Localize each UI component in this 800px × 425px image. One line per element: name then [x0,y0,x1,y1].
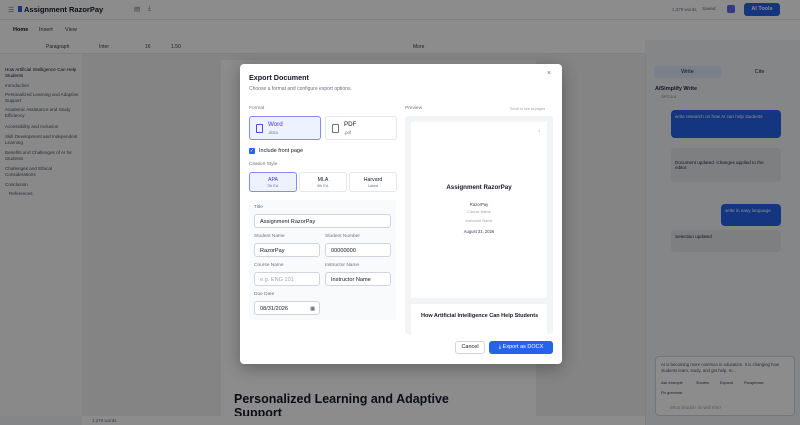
format-word-option[interactable]: Word .docx [249,116,321,140]
citation-edition: 9th Ed. [316,184,330,188]
dialog-title: Export Document [249,73,309,82]
instructor-label: Instructor Name [325,263,360,268]
citation-mla-option[interactable]: MLA 9th Ed. [299,172,347,192]
student-name-input[interactable]: RazorPay [254,243,320,257]
preview-title: Assignment RazorPay [446,184,512,191]
preview-page-2: How Artificial Intelligence Can Help Stu… [411,304,547,334]
export-button[interactable]: ⤓ Export as DOCX [489,341,553,354]
export-label: Export as DOCX [502,344,544,350]
format-name: Word [268,121,283,128]
citation-apa-option[interactable]: APA 7th Ed. [249,172,297,192]
title-input[interactable]: Assignment RazorPay [254,214,391,228]
preview-page-number: 1 [538,128,541,133]
preview-label: Preview [405,106,423,111]
preview-student: RazorPay [469,202,489,207]
export-dialog: Export Document Choose a format and conf… [240,64,562,364]
preview-date: August 31, 2026 [463,229,495,234]
preview-page2-heading: How Artificial Intelligence Can Help Stu… [421,313,539,319]
citation-edition: Latest [367,184,379,188]
citation-edition: 7th Ed. [266,184,280,188]
due-date-label: Due Date [254,292,275,297]
citation-name: Harvard [363,177,383,183]
document-icon [332,124,339,133]
preview-hint: Scroll to see all pages [510,107,546,111]
student-number-label: Student Number [325,234,360,239]
preview-instructor: Instructor Name [465,219,493,223]
dialog-subtitle: Choose a format and configure export opt… [249,86,352,92]
course-name-input[interactable]: e.g. ENG 101 [254,272,320,286]
front-page-form: Title Assignment RazorPay Student Name R… [249,200,396,320]
citation-name: MLA [317,177,329,183]
front-page-checkbox[interactable]: ✓ [249,148,255,154]
close-icon[interactable]: × [547,70,551,77]
preview-course: Course Name [467,210,491,214]
student-number-input[interactable]: 00000000 [325,243,391,257]
student-name-label: Student Name [254,234,285,239]
preview-page-1: 1 Assignment RazorPay RazorPay Course Na… [411,122,547,298]
format-label: Format [249,106,265,111]
format-ext: .pdf [344,130,351,135]
due-date-input[interactable]: 08/31/2026 ▦ [254,301,320,315]
cancel-button[interactable]: Cancel [455,341,485,354]
calendar-icon[interactable]: ▦ [310,305,315,313]
instructor-input[interactable]: Instructor Name [325,272,391,286]
format-name: PDF [344,121,357,128]
citation-label: Citation Style [249,162,278,167]
format-ext: .docx [268,130,279,135]
citation-harvard-option[interactable]: Harvard Latest [349,172,397,192]
course-name-label: Course Name [254,263,284,268]
title-label: Title [254,205,263,210]
format-pdf-option[interactable]: PDF .pdf [325,116,397,140]
due-date-value: 08/31/2026 [260,306,288,312]
citation-name: APA [268,177,278,183]
front-page-label[interactable]: Include front page [259,148,303,154]
preview-pane[interactable]: 1 Assignment RazorPay RazorPay Course Na… [405,116,553,334]
document-icon [256,124,263,133]
